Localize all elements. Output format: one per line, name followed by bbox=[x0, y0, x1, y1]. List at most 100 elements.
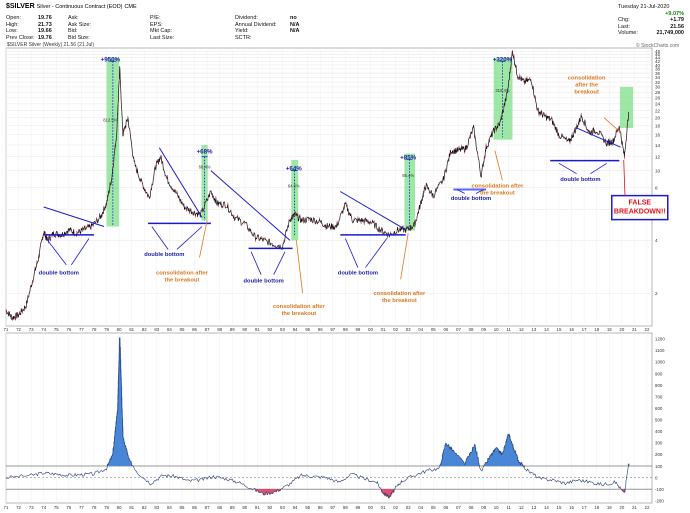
x-tick-label: 82 bbox=[142, 327, 147, 332]
x-tick-label-osc: 01 bbox=[381, 505, 386, 510]
osc-y-tick-label: 600 bbox=[655, 406, 663, 411]
x-tick-label-osc: 95 bbox=[305, 505, 310, 510]
x-tick-label-osc: 92 bbox=[267, 505, 272, 510]
consolidation-label-line: consolidation bbox=[568, 76, 606, 82]
x-tick-label: 13 bbox=[531, 327, 536, 332]
breakout-box bbox=[493, 57, 513, 140]
osc-y-tick-label: 900 bbox=[655, 371, 663, 376]
y-tick-label: 30 bbox=[655, 85, 661, 90]
consolidation-label-line: the breakout bbox=[281, 311, 316, 317]
x-tick-label: 99 bbox=[355, 327, 360, 332]
osc-y-tick-label: 400 bbox=[655, 429, 663, 434]
x-tick-label-osc: 08 bbox=[469, 505, 474, 510]
x-tick-label-osc: 97 bbox=[330, 505, 335, 510]
percent-gain-label: +64% bbox=[286, 166, 302, 173]
x-tick-label: 09 bbox=[481, 327, 486, 332]
x-tick-label-osc: 73 bbox=[29, 505, 34, 510]
price-panel-frame bbox=[5, 47, 653, 327]
osc-y-tick-label: 300 bbox=[655, 441, 663, 446]
x-tick-label-osc: 16 bbox=[569, 505, 574, 510]
x-tick-label-osc: 13 bbox=[531, 505, 536, 510]
x-tick-label: 81 bbox=[129, 327, 134, 332]
x-tick-label-osc: 72 bbox=[16, 505, 21, 510]
double-bottom-label: double bottom bbox=[39, 271, 79, 277]
breakout-box bbox=[619, 86, 634, 128]
x-tick-label: 96 bbox=[318, 327, 323, 332]
x-tick-label-osc: 77 bbox=[79, 505, 84, 510]
box-measure-label: 319.4% bbox=[495, 88, 509, 93]
x-tick-label: 74 bbox=[41, 327, 46, 332]
x-tick-label-osc: 96 bbox=[318, 505, 323, 510]
x-tick-label: 07 bbox=[456, 327, 461, 332]
x-tick-label-osc: 71 bbox=[4, 505, 9, 510]
consolidation-label-line: the breakout bbox=[382, 298, 417, 304]
x-tick-label-osc: 00 bbox=[368, 505, 373, 510]
osc-y-tick-label: -200 bbox=[655, 498, 664, 503]
x-tick-label-osc: 07 bbox=[456, 505, 461, 510]
box-measure-label: 812.5% bbox=[103, 118, 117, 123]
x-tick-label-osc: 75 bbox=[54, 505, 59, 510]
x-tick-label: 78 bbox=[92, 327, 97, 332]
x-tick-label: 22 bbox=[645, 327, 650, 332]
x-tick-label: 17 bbox=[582, 327, 587, 332]
y-tick-label: 28 bbox=[655, 90, 661, 95]
x-tick-label: 08 bbox=[469, 327, 474, 332]
x-tick-label-osc: 20 bbox=[619, 505, 624, 510]
x-tick-label-osc: 19 bbox=[607, 505, 612, 510]
x-tick-label-osc: 82 bbox=[142, 505, 147, 510]
osc-y-tick-label: -100 bbox=[655, 487, 664, 492]
x-tick-label: 10 bbox=[494, 327, 499, 332]
x-tick-label: 03 bbox=[406, 327, 411, 332]
percent-gain-label: +950% bbox=[101, 56, 121, 63]
double-bottom-label: double bottom bbox=[244, 279, 284, 285]
x-tick-label: 84 bbox=[167, 327, 172, 332]
osc-y-tick-label: 800 bbox=[655, 383, 663, 388]
x-tick-label-osc: 83 bbox=[154, 505, 159, 510]
x-tick-label-osc: 21 bbox=[632, 505, 637, 510]
x-tick-label: 01 bbox=[381, 327, 386, 332]
y-tick-label: 12 bbox=[655, 155, 661, 160]
x-tick-label-osc: 18 bbox=[594, 505, 599, 510]
x-tick-label: 98 bbox=[343, 327, 348, 332]
x-tick-label: 11 bbox=[506, 327, 511, 332]
x-tick-label-osc: 11 bbox=[506, 505, 511, 510]
x-tick-label-osc: 99 bbox=[355, 505, 360, 510]
consolidation-label-line: consolidation after bbox=[156, 271, 209, 277]
x-tick-label-osc: 93 bbox=[280, 505, 285, 510]
x-tick-label: 77 bbox=[79, 327, 84, 332]
x-tick-label: 71 bbox=[4, 327, 9, 332]
x-tick-label-osc: 74 bbox=[41, 505, 46, 510]
x-tick-label-osc: 88 bbox=[217, 505, 222, 510]
x-tick-label: 94 bbox=[293, 327, 298, 332]
x-tick-label: 88 bbox=[217, 327, 222, 332]
x-tick-label-osc: 09 bbox=[481, 505, 486, 510]
consolidation-label-line: consolidation after bbox=[471, 184, 524, 190]
x-tick-label-osc: 79 bbox=[104, 505, 109, 510]
osc-y-tick-label: 1200 bbox=[655, 337, 665, 342]
consolidation-label-line: after the bbox=[575, 83, 599, 89]
x-tick-label: 83 bbox=[154, 327, 159, 332]
consolidation-label-line: the breakout bbox=[165, 278, 200, 284]
false-breakdown-text: FALSE bbox=[629, 200, 652, 207]
x-tick-label-osc: 84 bbox=[167, 505, 172, 510]
x-tick-label-osc: 05 bbox=[431, 505, 436, 510]
y-tick-label: 24 bbox=[655, 102, 661, 107]
y-tick-label: 14 bbox=[655, 143, 661, 148]
x-tick-label-osc: 06 bbox=[443, 505, 448, 510]
x-tick-label: 95 bbox=[305, 327, 310, 332]
x-tick-label-osc: 80 bbox=[117, 505, 122, 510]
x-tick-label-osc: 22 bbox=[645, 505, 650, 510]
x-tick-label-osc: 85 bbox=[180, 505, 185, 510]
percent-gain-label: +85% bbox=[400, 154, 416, 161]
x-tick-label: 73 bbox=[29, 327, 34, 332]
consolidation-label-line: consolidation after bbox=[373, 291, 426, 297]
x-tick-label: 97 bbox=[330, 327, 335, 332]
x-tick-label-osc: 94 bbox=[293, 505, 298, 510]
double-bottom-label: double bottom bbox=[451, 196, 491, 202]
x-tick-label: 21 bbox=[632, 327, 637, 332]
x-tick-label: 18 bbox=[594, 327, 599, 332]
y-tick-label: 20 bbox=[655, 116, 661, 121]
y-tick-label: 2 bbox=[655, 291, 658, 296]
osc-y-tick-label: 0 bbox=[655, 475, 658, 480]
osc-y-tick-label: 1000 bbox=[655, 360, 665, 365]
